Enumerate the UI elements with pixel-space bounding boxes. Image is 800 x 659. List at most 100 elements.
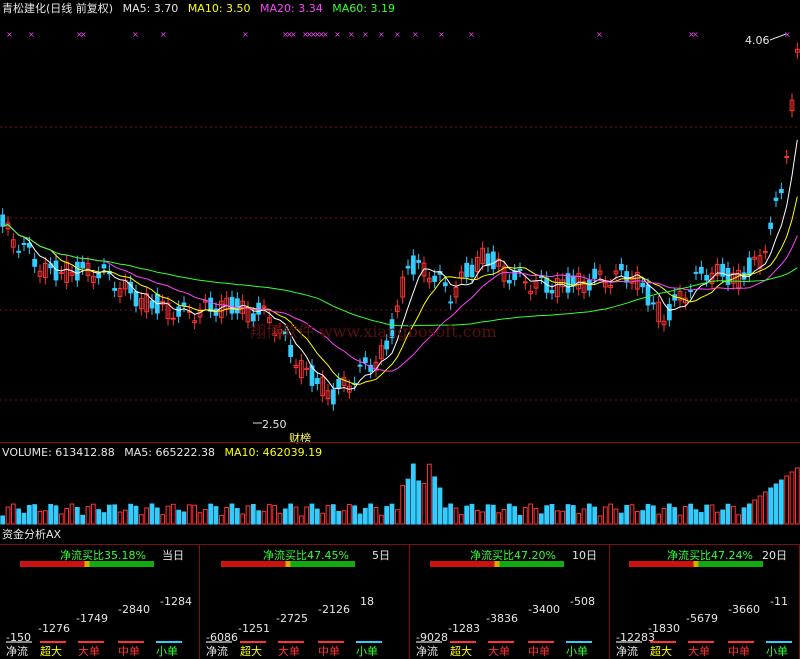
volume-bar[interactable] xyxy=(432,476,438,525)
volume-bar[interactable] xyxy=(336,510,342,525)
volume-bar[interactable] xyxy=(613,508,619,525)
capital-panel-4[interactable]: 净流买比47.24% 20日 -12283 -1830 -5679 -3660 -11 净流超… xyxy=(610,545,800,659)
volume-bar[interactable] xyxy=(32,504,38,525)
volume-bar[interactable] xyxy=(725,503,731,525)
volume-bar[interactable] xyxy=(0,515,6,525)
volume-bar[interactable] xyxy=(677,514,683,525)
volume-bar[interactable] xyxy=(773,483,779,525)
candle-down[interactable] xyxy=(0,214,6,227)
volume-bar[interactable] xyxy=(485,504,491,525)
candle-down[interactable] xyxy=(448,301,454,304)
volume-bar[interactable] xyxy=(608,503,614,525)
candle-down[interactable] xyxy=(32,258,38,267)
volume-bar[interactable] xyxy=(282,508,288,525)
volume-bar[interactable] xyxy=(666,503,672,525)
capital-panel-2[interactable]: 净流买比47.45% 5日 -6086 -1251 -2725 -2126 18 净流 超大 大单… xyxy=(200,545,410,659)
volume-bar[interactable] xyxy=(442,507,448,525)
volume-bar[interactable] xyxy=(234,508,240,525)
volume-bar[interactable] xyxy=(656,513,662,525)
volume-bar[interactable] xyxy=(74,507,80,525)
volume-bar[interactable] xyxy=(522,506,528,525)
candle-down[interactable] xyxy=(640,282,646,288)
volume-bar[interactable] xyxy=(560,510,566,525)
volume-bar[interactable] xyxy=(309,503,315,525)
volume-bar[interactable] xyxy=(21,512,27,525)
candle-down[interactable] xyxy=(16,250,22,253)
volume-bar[interactable] xyxy=(698,512,704,525)
volume-bar[interactable] xyxy=(682,506,688,525)
volume-bar[interactable] xyxy=(693,509,699,525)
volume-bar[interactable] xyxy=(384,506,390,525)
volume-bar[interactable] xyxy=(245,505,251,525)
volume-bar[interactable] xyxy=(58,513,64,525)
volume-bar[interactable] xyxy=(720,509,726,525)
volume-bar[interactable] xyxy=(672,507,678,525)
volume-bar[interactable] xyxy=(240,513,246,525)
volume-bar[interactable] xyxy=(480,511,486,525)
candle-down[interactable] xyxy=(74,261,80,281)
volume-bar[interactable] xyxy=(704,504,710,525)
candle-up[interactable] xyxy=(784,155,790,158)
candle-down[interactable] xyxy=(208,297,214,312)
volume-bar[interactable] xyxy=(400,484,406,525)
volume-bar[interactable] xyxy=(730,505,736,525)
volume-bar[interactable] xyxy=(549,504,555,525)
volume-bar[interactable] xyxy=(256,510,262,525)
candle-down[interactable] xyxy=(650,302,656,305)
volume-bar[interactable] xyxy=(576,512,582,525)
volume-bar[interactable] xyxy=(181,511,187,525)
volume-bar[interactable] xyxy=(112,504,118,525)
volume-bar[interactable] xyxy=(517,514,523,525)
volume-bar[interactable] xyxy=(106,504,112,525)
candle-down[interactable] xyxy=(336,379,342,389)
candle-down[interactable] xyxy=(517,268,523,272)
candle-down[interactable] xyxy=(688,290,694,293)
volume-bar[interactable] xyxy=(197,512,203,525)
volume-bar[interactable] xyxy=(176,509,182,525)
volume-bar[interactable] xyxy=(325,504,331,525)
volume-bar[interactable] xyxy=(117,511,123,525)
volume-bar[interactable] xyxy=(346,503,352,525)
candle-down[interactable] xyxy=(485,253,491,266)
volume-bar[interactable] xyxy=(298,515,304,525)
volume-bar[interactable] xyxy=(149,503,155,525)
candle-down[interactable] xyxy=(592,268,598,279)
volume-bar[interactable] xyxy=(122,509,128,525)
volume-bar[interactable] xyxy=(554,510,560,525)
volume-bar[interactable] xyxy=(170,503,176,525)
candle-up[interactable] xyxy=(58,272,64,275)
volume-bar[interactable] xyxy=(261,510,267,525)
candle-down[interactable] xyxy=(768,222,774,229)
candle-down[interactable] xyxy=(624,271,630,283)
volume-bar[interactable] xyxy=(272,505,278,525)
volume-bar[interactable] xyxy=(794,467,800,525)
candle-down[interactable] xyxy=(698,266,704,274)
volume-bar[interactable] xyxy=(496,512,502,525)
volume-bar[interactable] xyxy=(592,506,598,525)
volume-bar[interactable] xyxy=(474,509,480,525)
volume-bar[interactable] xyxy=(528,503,534,525)
volume-bar[interactable] xyxy=(165,505,171,525)
volume-bar[interactable] xyxy=(85,506,91,525)
volume-bar[interactable] xyxy=(768,487,774,525)
candle-down[interactable] xyxy=(176,306,182,317)
candle-down[interactable] xyxy=(229,296,235,314)
volume-bar[interactable] xyxy=(464,505,470,525)
volume-bar[interactable] xyxy=(453,507,459,525)
volume-bar[interactable] xyxy=(250,503,256,525)
volume-bar[interactable] xyxy=(741,507,747,525)
volume-bar[interactable] xyxy=(629,504,635,525)
volume-bar[interactable] xyxy=(661,507,667,525)
volume-bar[interactable] xyxy=(362,507,368,525)
volume-bar[interactable] xyxy=(277,512,283,525)
volume-bar[interactable] xyxy=(645,503,651,525)
volume-bar[interactable] xyxy=(762,491,768,525)
volume-bar[interactable] xyxy=(421,482,427,525)
volume-bar[interactable] xyxy=(154,507,160,525)
volume-bar[interactable] xyxy=(538,513,544,525)
volume-bar[interactable] xyxy=(128,503,134,525)
candle-down[interactable] xyxy=(586,279,592,291)
volume-bar[interactable] xyxy=(624,504,630,525)
volume-bar[interactable] xyxy=(394,509,400,525)
volume-bar[interactable] xyxy=(192,504,198,525)
